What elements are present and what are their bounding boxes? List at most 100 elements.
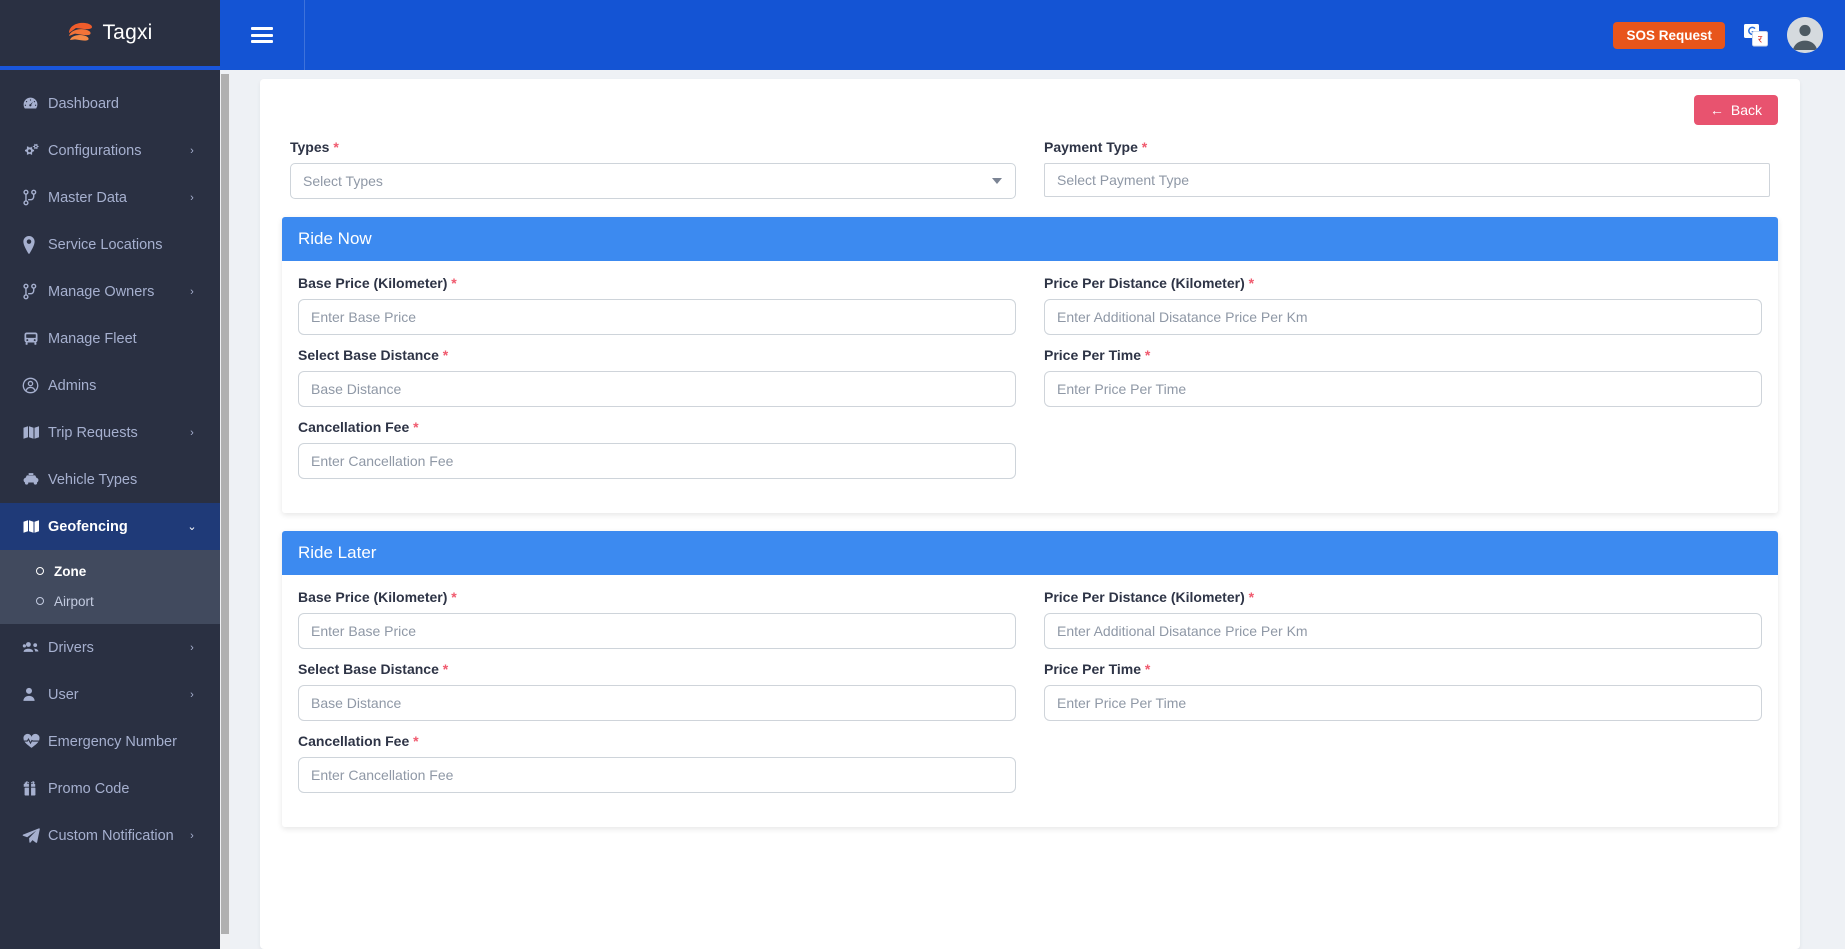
base-distance-label-text: Select Base Distance [298, 347, 439, 363]
tagxi-logo-icon [67, 21, 93, 45]
sidebar-item-custom-notification[interactable]: Custom Notification › [0, 812, 220, 859]
base-price-input[interactable] [298, 613, 1016, 649]
form-row: Select Base Distance * Price Per Time * [298, 347, 1762, 407]
sidebar-item-dashboard[interactable]: Dashboard [0, 80, 220, 127]
required-asterisk: * [1145, 347, 1150, 363]
sidebar-item-label: User [48, 687, 186, 703]
sidebar-item-label: Promo Code [48, 781, 186, 797]
base-price-label: Base Price (Kilometer) * [298, 589, 1016, 605]
base-distance-input[interactable] [298, 685, 1016, 721]
chevron-right-icon: › [186, 192, 198, 204]
circle-bullet-icon [36, 597, 54, 605]
cancellation-fee-input[interactable] [298, 757, 1016, 793]
sidebar-item-manage-fleet[interactable]: Manage Fleet [0, 315, 220, 362]
sidebar-item-user[interactable]: User › [0, 671, 220, 718]
required-asterisk: * [1145, 661, 1150, 677]
ride-now-section: Ride Now Base Price (Kilometer) * Price … [282, 217, 1778, 513]
sidebar-item-label: Master Data [48, 190, 186, 206]
types-select[interactable] [290, 163, 1016, 199]
price-per-distance-input[interactable] [1044, 613, 1762, 649]
required-asterisk: * [443, 661, 448, 677]
map-icon [22, 518, 48, 535]
chevron-right-icon: › [186, 427, 198, 439]
sidebar-item-label: Drivers [48, 640, 186, 656]
submenu-item-airport[interactable]: Airport [0, 586, 220, 616]
base-price-label: Base Price (Kilometer) * [298, 275, 1016, 291]
cancellation-fee-label-text: Cancellation Fee [298, 733, 409, 749]
sidebar-item-service-locations[interactable]: Service Locations [0, 221, 220, 268]
map-icon [22, 424, 48, 441]
users-icon [22, 639, 48, 656]
hamburger-icon[interactable] [220, 0, 304, 70]
sidebar-item-label: Custom Notification [48, 828, 186, 844]
dashboard-icon [22, 95, 48, 112]
sitemap-icon [22, 283, 48, 300]
paper-plane-icon [22, 827, 48, 844]
price-per-time-input[interactable] [1044, 685, 1762, 721]
chevron-right-icon: › [186, 642, 198, 654]
arrow-left-icon: ← [1710, 102, 1724, 118]
price-per-time-label: Price Per Time * [1044, 661, 1762, 677]
google-translate-icon[interactable]: र [1743, 23, 1769, 47]
sidebar-item-manage-owners[interactable]: Manage Owners › [0, 268, 220, 315]
base-price-input[interactable] [298, 299, 1016, 335]
brand-name: Tagxi [102, 21, 152, 45]
cancellation-fee-label: Cancellation Fee * [298, 733, 1016, 749]
types-label-text: Types [290, 139, 329, 155]
payment-type-input[interactable] [1044, 163, 1770, 197]
types-label: Types * [290, 139, 1016, 155]
sidebar-item-label: Service Locations [48, 237, 186, 253]
sitemap-icon [22, 189, 48, 206]
bus-icon [22, 330, 48, 347]
gift-icon [22, 780, 48, 797]
topbar-actions: SOS Request र [1613, 17, 1845, 53]
taxi-icon [22, 471, 48, 488]
form-row: Base Price (Kilometer) * Price Per Dista… [298, 275, 1762, 335]
back-button[interactable]: ← Back [1694, 95, 1778, 125]
user-avatar-icon[interactable] [1787, 17, 1823, 53]
ride-later-header: Ride Later [282, 531, 1778, 575]
price-per-distance-label: Price Per Distance (Kilometer) * [1044, 275, 1762, 291]
base-distance-label: Select Base Distance * [298, 347, 1016, 363]
cancellation-fee-label-text: Cancellation Fee [298, 419, 409, 435]
circle-bullet-icon [36, 567, 54, 575]
price-per-distance-field: Price Per Distance (Kilometer) * [1044, 275, 1762, 335]
sos-request-button[interactable]: SOS Request [1613, 22, 1725, 49]
base-price-field: Base Price (Kilometer) * [298, 275, 1016, 335]
sidebar-item-promo-code[interactable]: Promo Code [0, 765, 220, 812]
sidebar-brand[interactable]: Tagxi [0, 0, 220, 70]
cancellation-fee-input[interactable] [298, 443, 1016, 479]
sidebar-item-geofencing[interactable]: Geofencing ⌄ [0, 503, 220, 550]
topbar-divider [304, 0, 305, 70]
heartbeat-icon [22, 733, 48, 750]
price-per-distance-input[interactable] [1044, 299, 1762, 335]
sidebar-scrollbar-thumb[interactable] [221, 74, 229, 934]
base-distance-input[interactable] [298, 371, 1016, 407]
sidebar-item-admins[interactable]: Admins [0, 362, 220, 409]
chevron-right-icon: › [186, 689, 198, 701]
price-per-time-label: Price Per Time * [1044, 347, 1762, 363]
base-price-label-text: Base Price (Kilometer) [298, 589, 447, 605]
required-asterisk: * [1249, 275, 1254, 291]
page-card: ← Back Types * Payment Type * [260, 79, 1800, 949]
sidebar-item-label: Manage Fleet [48, 331, 186, 347]
sidebar-item-drivers[interactable]: Drivers › [0, 624, 220, 671]
main-content: ← Back Types * Payment Type * [230, 70, 1845, 949]
sidebar-item-vehicle-types[interactable]: Vehicle Types [0, 456, 220, 503]
sidebar-item-configurations[interactable]: Configurations › [0, 127, 220, 174]
sidebar-item-emergency-number[interactable]: Emergency Number [0, 718, 220, 765]
geofencing-submenu: Zone Airport [0, 550, 220, 624]
top-navbar: SOS Request र [220, 0, 1845, 70]
submenu-item-zone[interactable]: Zone [0, 556, 220, 586]
sidebar-item-master-data[interactable]: Master Data › [0, 174, 220, 221]
sidebar-item-label: Dashboard [48, 96, 186, 112]
base-price-label-text: Base Price (Kilometer) [298, 275, 447, 291]
required-asterisk: * [443, 347, 448, 363]
sidebar-item-trip-requests[interactable]: Trip Requests › [0, 409, 220, 456]
submenu-item-label: Airport [54, 594, 94, 609]
ride-later-body: Base Price (Kilometer) * Price Per Dista… [282, 575, 1778, 827]
user-icon [22, 686, 48, 703]
sidebar-nav: Dashboard Configurations › Master Data ›… [0, 70, 220, 945]
required-asterisk: * [451, 275, 456, 291]
price-per-time-input[interactable] [1044, 371, 1762, 407]
